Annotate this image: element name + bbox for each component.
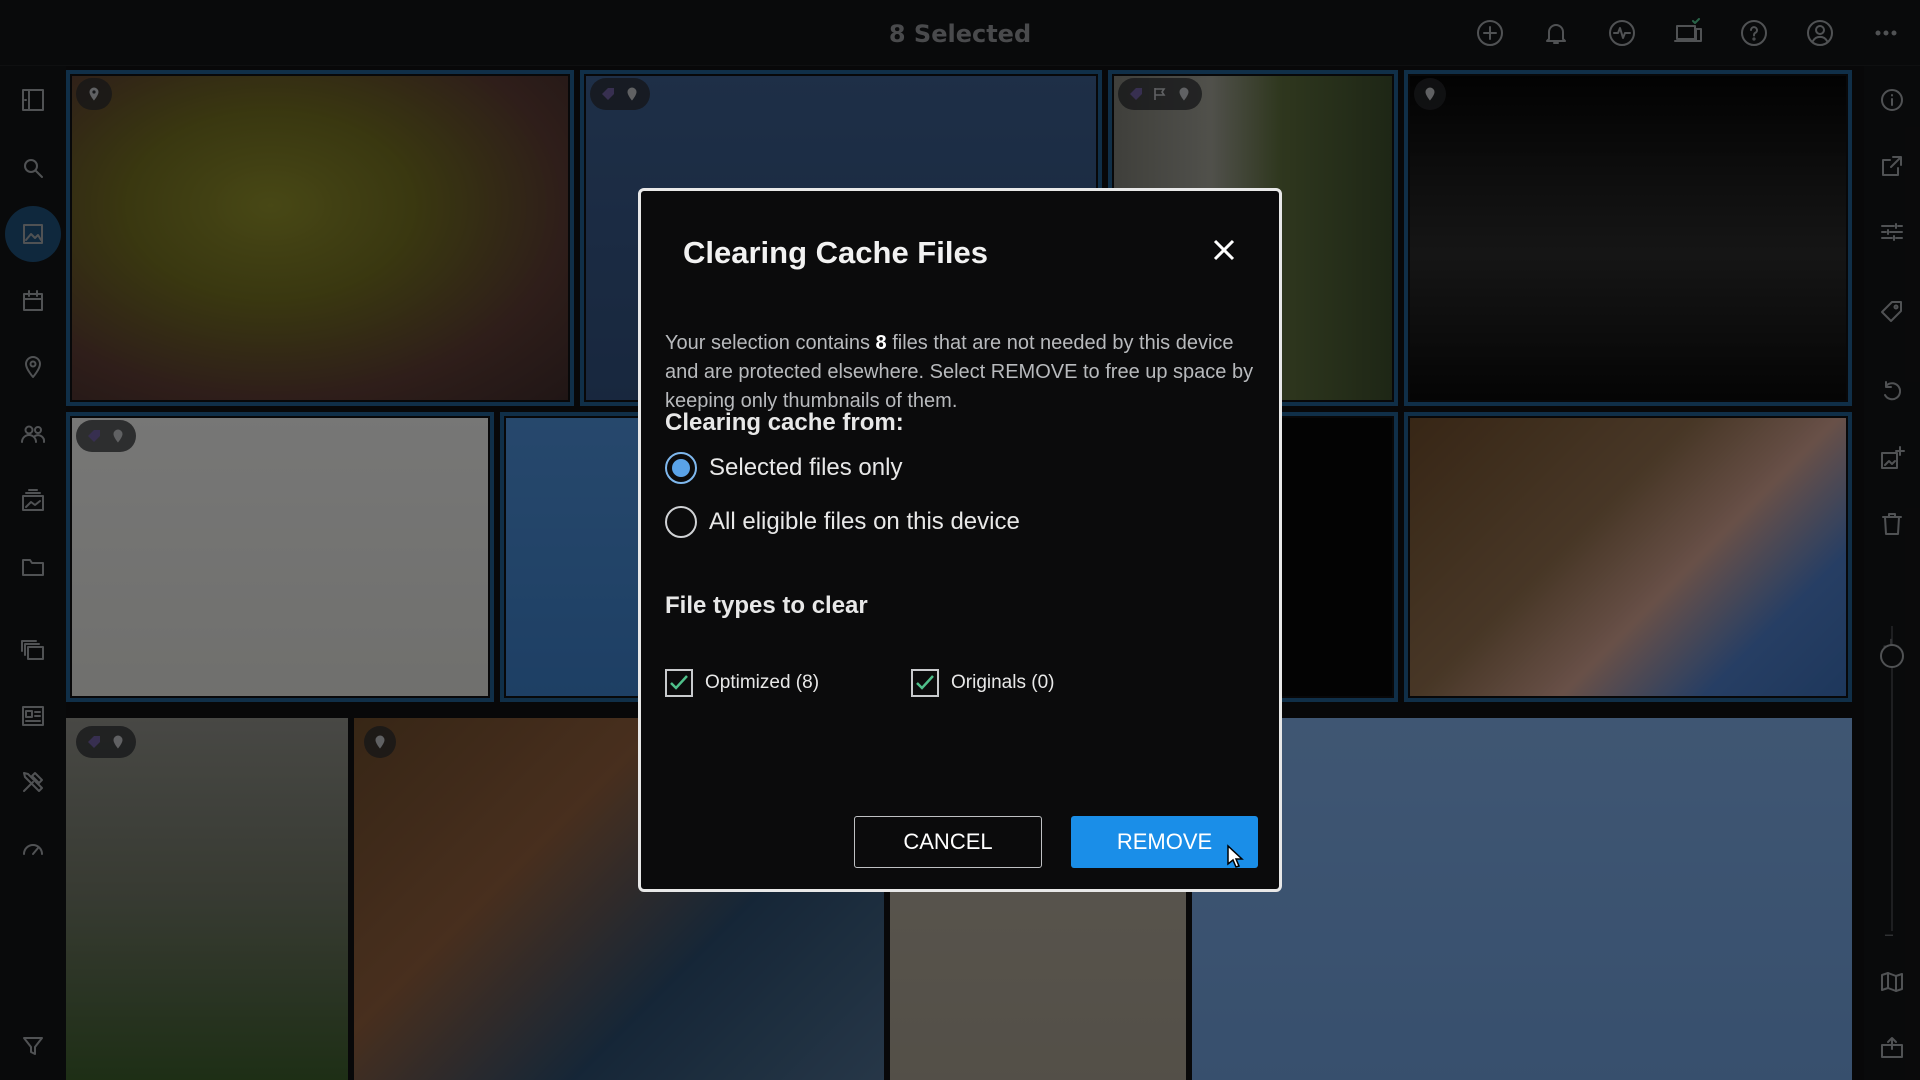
checkbox-label: Optimized (8) — [705, 672, 820, 693]
app-window: 8 Selected + — [0, 0, 1920, 1080]
checkbox-originals-box[interactable] — [911, 669, 939, 697]
file-types-heading: File types to clear — [665, 592, 868, 619]
checkbox-label: Originals (0) — [951, 672, 1055, 693]
checkbox-optimized[interactable]: Optimized (8) — [665, 669, 819, 697]
cancel-button[interactable]: CANCEL — [854, 816, 1042, 868]
close-icon[interactable] — [1205, 231, 1243, 269]
clearing-from-heading: Clearing cache from: — [665, 409, 904, 436]
checkbox-optimized-box[interactable] — [665, 669, 693, 697]
dialog-description: Your selection contains 8 files that are… — [665, 332, 1254, 412]
option-label: Selected files only — [709, 454, 903, 481]
option-label: All eligible files on this device — [709, 508, 1020, 535]
clear-cache-dialog: Clearing Cache Files Your selection cont… — [638, 188, 1282, 892]
radio-selected-files[interactable] — [665, 452, 697, 484]
option-selected-files[interactable]: Selected files only — [665, 452, 902, 484]
checkbox-originals[interactable]: Originals (0) — [911, 669, 1054, 697]
radio-all-eligible-files[interactable] — [665, 506, 697, 538]
option-all-eligible-files[interactable]: All eligible files on this device — [665, 506, 1020, 538]
checkmark-icon — [670, 675, 688, 690]
mouse-cursor-icon — [1227, 844, 1244, 868]
file-count: 8 — [875, 332, 887, 354]
checkmark-icon — [916, 675, 934, 690]
dialog-title: Clearing Cache Files — [683, 235, 988, 270]
